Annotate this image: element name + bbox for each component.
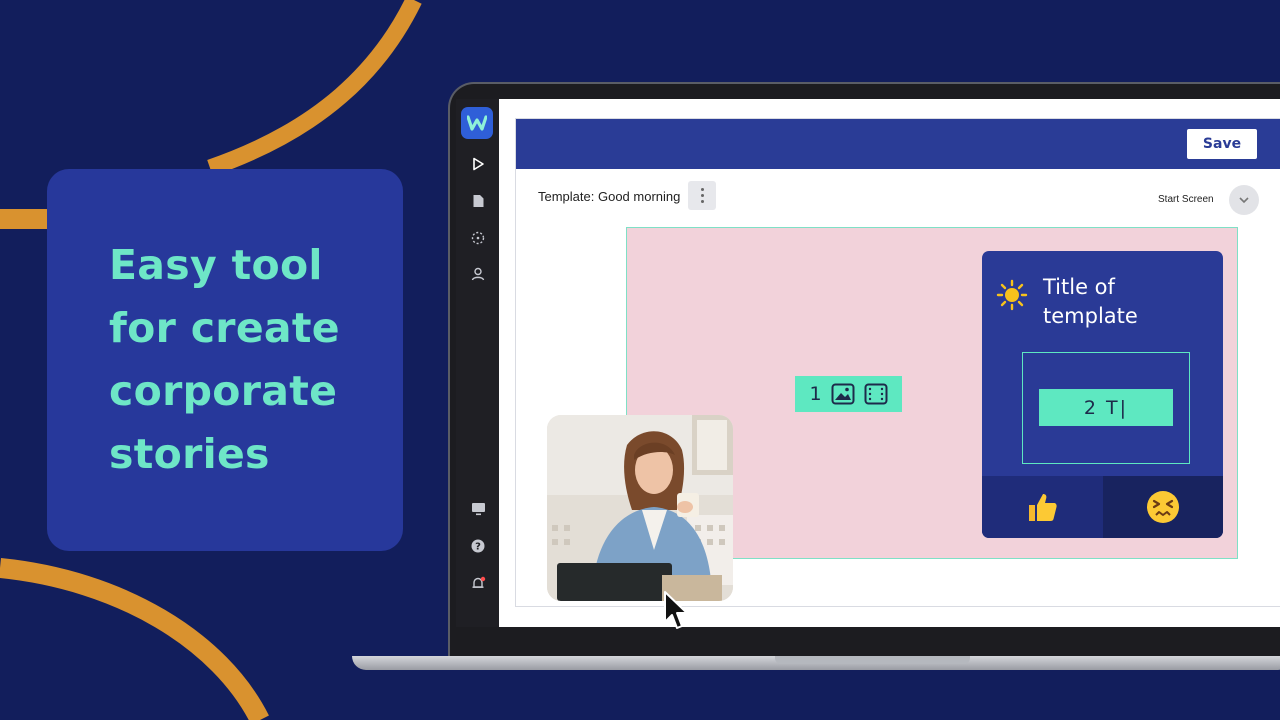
kebab-dot-icon: [700, 188, 704, 191]
placeholder-number: 1: [809, 383, 822, 405]
template-card[interactable]: Title of template 2 T|: [982, 251, 1223, 538]
editor-toolbar: Save: [516, 119, 1280, 169]
w-logo-icon[interactable]: [461, 107, 493, 139]
kebab-dot-icon: [700, 194, 704, 197]
dashed-circle-icon[interactable]: [469, 229, 487, 247]
reaction-persevere[interactable]: [1102, 476, 1223, 538]
screen-select-label: Start Screen: [1158, 194, 1214, 205]
laptop-notch: [775, 656, 970, 664]
more-options-button[interactable]: [688, 181, 716, 210]
reaction-bar: [982, 476, 1223, 538]
reaction-thumbs-up[interactable]: [982, 476, 1103, 538]
document-icon[interactable]: [469, 192, 487, 210]
mouse-pointer-icon: [664, 591, 688, 629]
play-icon[interactable]: [469, 155, 487, 173]
woman-with-laptop-photo: [547, 415, 733, 601]
app-sidebar: ?: [456, 99, 499, 627]
text-placeholder[interactable]: 2 T|: [1039, 389, 1173, 426]
bell-icon[interactable]: [469, 574, 487, 592]
user-icon[interactable]: [469, 265, 487, 283]
user-photo: [547, 415, 733, 601]
screen-select-dropdown[interactable]: [1229, 185, 1259, 215]
promo-card: Easy tool for create corporate stories: [47, 169, 403, 551]
image-icon: [831, 383, 855, 405]
thumbs-up-icon: [1029, 494, 1057, 521]
save-button[interactable]: Save: [1187, 129, 1257, 159]
promo-headline: Easy tool for create corporate stories: [109, 241, 340, 478]
chevron-down-icon: [1239, 197, 1249, 204]
media-placeholder[interactable]: 1: [795, 376, 902, 412]
video-frame-icon: [864, 383, 888, 405]
template-title[interactable]: Title of template: [1043, 273, 1213, 331]
help-icon[interactable]: ?: [469, 537, 487, 555]
template-name-label: Template: Good morning: [538, 189, 681, 204]
kebab-dot-icon: [700, 200, 704, 203]
monitor-icon[interactable]: [469, 500, 487, 518]
persevering-face-icon: [1146, 491, 1179, 523]
svg-text:?: ?: [475, 542, 481, 553]
sun-icon: [996, 279, 1028, 311]
text-block-frame[interactable]: 2 T|: [1022, 352, 1190, 464]
